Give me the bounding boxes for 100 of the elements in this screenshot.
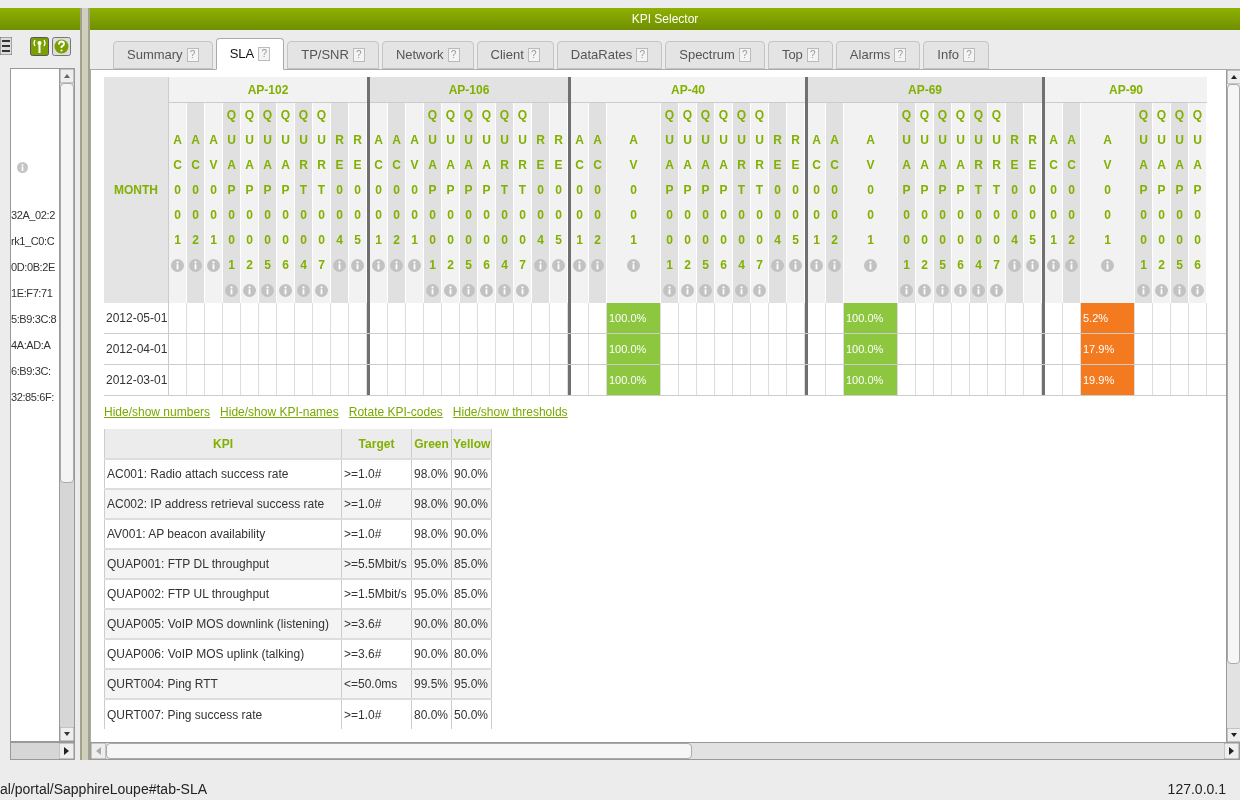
link[interactable]: Hide/show thresholds <box>452 403 568 421</box>
tab[interactable]: Top ? <box>767 41 833 69</box>
column-header[interactable]: QUAP006 <box>1189 103 1207 303</box>
info-icon[interactable] <box>864 259 877 272</box>
column-header[interactable]: RE004 <box>1006 103 1024 303</box>
column-header[interactable]: QUAP001 <box>223 103 241 303</box>
scrollbar-thumb[interactable] <box>60 83 74 483</box>
info-icon[interactable] <box>828 259 841 272</box>
column-header[interactable]: QUAP001 <box>424 103 442 303</box>
info-icon[interactable] <box>261 284 274 297</box>
info-icon[interactable] <box>207 259 220 272</box>
info-icon[interactable] <box>1008 259 1021 272</box>
link[interactable]: Hide/show KPI-names <box>220 403 339 421</box>
info-icon[interactable] <box>297 284 310 297</box>
info-icon[interactable] <box>17 162 28 173</box>
column-header[interactable]: QUAP005 <box>934 103 952 303</box>
info-icon[interactable] <box>372 259 385 272</box>
column-header[interactable]: AV001 <box>205 103 223 303</box>
vertical-scrollbar[interactable] <box>1226 70 1240 742</box>
column-header[interactable]: QUAP002 <box>679 103 697 303</box>
info-icon[interactable] <box>1191 284 1204 297</box>
info-icon[interactable] <box>810 259 823 272</box>
column-header[interactable]: QURT007 <box>751 103 769 303</box>
info-icon[interactable] <box>1047 259 1060 272</box>
arrow-down-icon[interactable] <box>1227 728 1240 742</box>
column-header[interactable]: QUAP002 <box>241 103 259 303</box>
tab[interactable]: DataRates ? <box>556 41 663 69</box>
column-header[interactable]: AC002 <box>388 103 406 303</box>
column-header[interactable]: AC002 <box>187 103 205 303</box>
tab[interactable]: Alarms ? <box>835 41 921 69</box>
info-icon[interactable] <box>333 259 346 272</box>
column-header[interactable]: QURT007 <box>313 103 331 303</box>
info-icon[interactable] <box>243 284 256 297</box>
info-icon[interactable] <box>936 284 949 297</box>
info-icon[interactable] <box>408 259 421 272</box>
info-icon[interactable] <box>534 259 547 272</box>
column-header[interactable]: AV001 <box>607 103 661 303</box>
info-icon[interactable] <box>462 284 475 297</box>
column-header[interactable]: QUAP002 <box>442 103 460 303</box>
info-icon[interactable] <box>1155 284 1168 297</box>
info-icon[interactable] <box>189 259 202 272</box>
help-icon[interactable]: ? <box>894 48 907 62</box>
info-icon[interactable] <box>171 259 184 272</box>
column-header[interactable]: AC001 <box>1045 103 1063 303</box>
info-icon[interactable] <box>681 284 694 297</box>
help-icon[interactable]: ? <box>738 48 751 62</box>
info-icon[interactable] <box>279 284 292 297</box>
info-icon[interactable] <box>315 284 328 297</box>
info-icon[interactable] <box>990 284 1003 297</box>
scrollbar-thumb[interactable] <box>1227 84 1240 664</box>
column-header[interactable]: QUAP001 <box>898 103 916 303</box>
info-icon[interactable] <box>480 284 493 297</box>
arrow-up-icon[interactable] <box>1227 70 1240 84</box>
column-header[interactable]: QUAP005 <box>697 103 715 303</box>
help-icon[interactable]: ? <box>806 48 819 62</box>
column-header[interactable]: QURT004 <box>970 103 988 303</box>
column-header[interactable]: AV001 <box>1081 103 1135 303</box>
info-icon[interactable] <box>498 284 511 297</box>
info-icon[interactable] <box>699 284 712 297</box>
info-icon[interactable] <box>426 284 439 297</box>
column-header[interactable]: AV001 <box>844 103 898 303</box>
info-icon[interactable] <box>735 284 748 297</box>
help-icon[interactable]: ? <box>186 48 199 62</box>
info-icon[interactable] <box>516 284 529 297</box>
column-header[interactable]: AC001 <box>169 103 187 303</box>
column-header[interactable]: QURT004 <box>496 103 514 303</box>
tab[interactable]: Spectrum ? <box>665 41 765 69</box>
column-header[interactable]: RE005 <box>550 103 568 303</box>
info-icon[interactable] <box>753 284 766 297</box>
info-icon[interactable] <box>972 284 985 297</box>
column-header[interactable]: QUAP002 <box>1153 103 1171 303</box>
info-icon[interactable] <box>717 284 730 297</box>
info-icon[interactable] <box>552 259 565 272</box>
sidebar-item[interactable]: rk1_C0:C <box>11 233 59 259</box>
column-header[interactable]: AC002 <box>589 103 607 303</box>
arrow-right-icon[interactable] <box>1224 743 1239 759</box>
tab[interactable]: Info ? <box>923 41 989 69</box>
info-icon[interactable] <box>591 259 604 272</box>
info-icon[interactable] <box>1065 259 1078 272</box>
column-header[interactable]: RE004 <box>331 103 349 303</box>
info-icon[interactable] <box>1137 284 1150 297</box>
antenna-icon[interactable] <box>30 36 49 56</box>
column-header[interactable]: RE004 <box>532 103 550 303</box>
column-header[interactable]: AC001 <box>370 103 388 303</box>
column-header[interactable]: QURT004 <box>295 103 313 303</box>
info-icon[interactable] <box>789 259 802 272</box>
help-icon[interactable]: ? <box>527 48 540 62</box>
tab[interactable]: TP/SNR ? <box>287 41 379 69</box>
column-header[interactable]: QUAP006 <box>478 103 496 303</box>
sidebar-item[interactable]: 1E:F7:71 <box>11 285 59 311</box>
info-icon[interactable] <box>1026 259 1039 272</box>
column-header[interactable]: AV001 <box>406 103 424 303</box>
link[interactable]: Rotate KPI-codes <box>348 403 443 421</box>
info-icon[interactable] <box>771 259 784 272</box>
vertical-scrollbar[interactable] <box>59 69 74 741</box>
tab[interactable]: Client ? <box>476 41 554 69</box>
tab[interactable]: Summary ? <box>113 41 213 69</box>
help-icon[interactable]: ? <box>258 47 271 61</box>
help-icon[interactable]: ? <box>352 48 365 62</box>
column-header[interactable]: QUAP005 <box>1171 103 1189 303</box>
